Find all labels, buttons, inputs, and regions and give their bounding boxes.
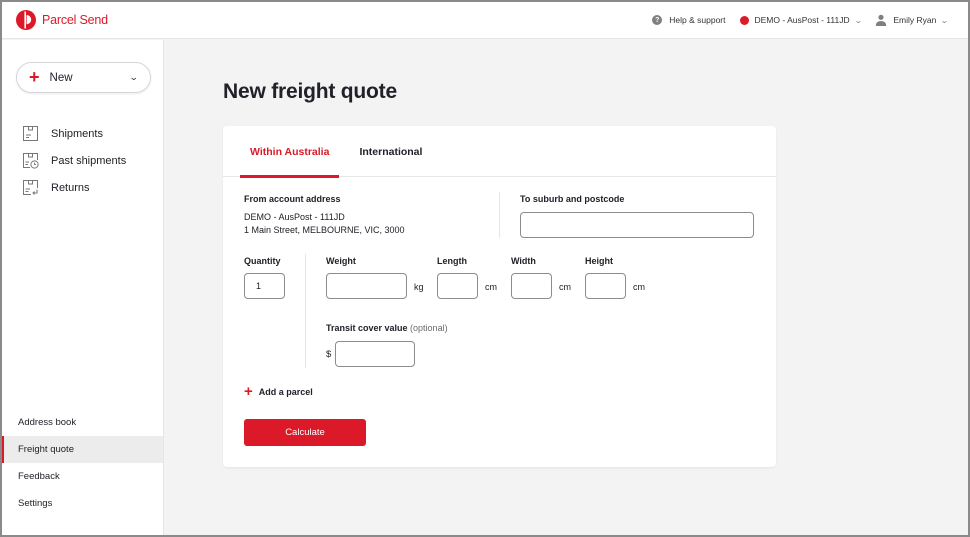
- width-label: Width: [511, 256, 536, 266]
- app-window: Parcel Send ? Help & support DEMO - AusP…: [0, 0, 970, 537]
- plus-icon: +: [244, 383, 253, 400]
- sidebar-item-feedback[interactable]: Feedback: [2, 463, 163, 490]
- box-return-icon: [23, 180, 38, 195]
- chevron-down-icon: ⌄: [129, 72, 140, 82]
- calculate-button[interactable]: Calculate: [244, 419, 366, 446]
- transit-cover-label-text: Transit cover value: [326, 323, 408, 333]
- freight-quote-card: Within Australia International From acco…: [223, 126, 776, 467]
- brand-name: Parcel Send: [42, 13, 108, 27]
- to-suburb-postcode-input[interactable]: [520, 212, 754, 238]
- account-label: DEMO - AusPost - 111JD: [754, 15, 850, 25]
- help-icon: ?: [652, 15, 663, 25]
- top-bar: Parcel Send ? Help & support DEMO - AusP…: [2, 2, 968, 39]
- to-suburb-label: To suburb and postcode: [520, 194, 625, 204]
- from-address-account: DEMO - AusPost - 111JD: [244, 212, 345, 222]
- top-right-menu: ? Help & support DEMO - AusPost - 111JD …: [638, 14, 950, 26]
- sidebar: + New ⌄ Shipments Past shipments Returns…: [2, 40, 164, 535]
- sidebar-item-label: Past shipments: [51, 154, 127, 167]
- sidebar-nav-secondary: Address book Freight quote Feedback Sett…: [2, 409, 163, 517]
- brand[interactable]: Parcel Send: [16, 10, 108, 30]
- chevron-down-icon: ⌄: [853, 15, 863, 25]
- sidebar-item-settings[interactable]: Settings: [2, 490, 163, 517]
- divider: [499, 192, 500, 238]
- length-input[interactable]: [437, 273, 478, 299]
- sidebar-item-address-book[interactable]: Address book: [2, 409, 163, 436]
- new-button[interactable]: + New ⌄: [16, 62, 151, 93]
- sidebar-item-label: Shipments: [51, 127, 103, 140]
- sidebar-item-label: Returns: [51, 181, 90, 194]
- box-clock-icon: [23, 153, 39, 169]
- length-label: Length: [437, 256, 467, 266]
- height-label: Height: [585, 256, 613, 266]
- currency-symbol: $: [326, 349, 332, 360]
- width-unit: cm: [559, 282, 571, 292]
- divider: [305, 254, 306, 368]
- from-address-label: From account address: [244, 194, 341, 204]
- quantity-input[interactable]: [244, 273, 285, 299]
- from-address: From account address DEMO - AusPost - 11…: [244, 194, 405, 236]
- user-menu[interactable]: Emily Ryan ⌄: [875, 14, 950, 26]
- tab-within-australia[interactable]: Within Australia: [240, 126, 340, 178]
- quantity-label: Quantity: [244, 256, 281, 266]
- sidebar-item-past-shipments[interactable]: Past shipments: [22, 147, 126, 174]
- weight-unit: kg: [414, 282, 424, 292]
- auspost-logo-icon: [16, 10, 36, 30]
- help-support-link[interactable]: ? Help & support: [652, 15, 726, 25]
- height-unit: cm: [633, 282, 645, 292]
- transit-cover-label: Transit cover value (optional): [326, 323, 448, 333]
- new-button-label: New: [49, 71, 73, 84]
- weight-label: Weight: [326, 256, 356, 266]
- height-input[interactable]: [585, 273, 626, 299]
- tab-international[interactable]: International: [349, 126, 432, 177]
- add-parcel-button[interactable]: + Add a parcel: [244, 384, 313, 399]
- from-address-street: 1 Main Street, MELBOURNE, VIC, 3000: [244, 224, 405, 235]
- account-selector[interactable]: DEMO - AusPost - 111JD ⌄: [739, 15, 863, 25]
- plus-icon: +: [29, 66, 40, 87]
- optional-hint: (optional): [407, 323, 448, 333]
- sidebar-item-returns[interactable]: Returns: [22, 174, 126, 201]
- chevron-down-icon: ⌄: [940, 15, 950, 25]
- user-icon: [876, 14, 887, 26]
- sidebar-item-shipments[interactable]: Shipments: [22, 120, 126, 147]
- page-title: New freight quote: [223, 80, 397, 103]
- quote-tabs: Within Australia International: [223, 126, 776, 178]
- box-icon: [23, 126, 38, 141]
- help-label: Help & support: [669, 15, 726, 25]
- sidebar-nav-primary: Shipments Past shipments Returns: [22, 120, 126, 201]
- length-unit: cm: [485, 282, 497, 292]
- account-status-dot-icon: [739, 15, 749, 25]
- width-input[interactable]: [511, 273, 552, 299]
- transit-cover-input[interactable]: [335, 341, 415, 367]
- to-address-label-wrap: To suburb and postcode: [520, 194, 624, 204]
- sidebar-item-freight-quote[interactable]: Freight quote: [2, 436, 163, 463]
- add-parcel-label: Add a parcel: [258, 386, 313, 397]
- user-name: Emily Ryan: [893, 15, 937, 25]
- weight-input[interactable]: [326, 273, 407, 299]
